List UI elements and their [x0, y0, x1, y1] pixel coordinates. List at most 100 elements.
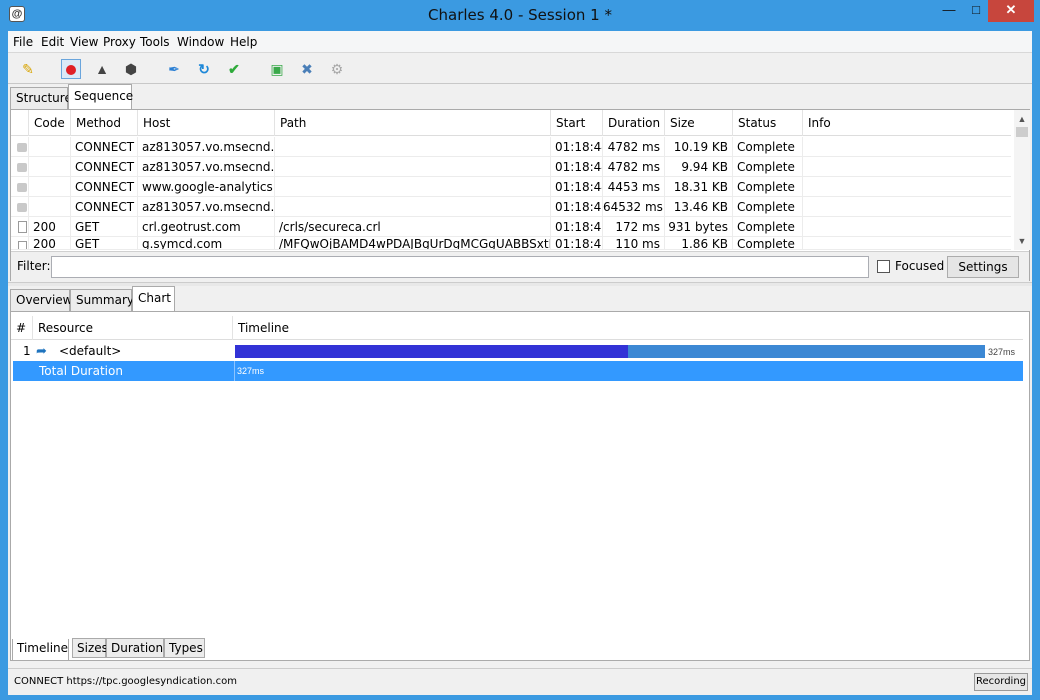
cell-path	[275, 137, 551, 156]
sequence-header: Code Method Host Path Start Duration Siz…	[11, 110, 1011, 136]
menu-edit[interactable]: Edit	[41, 35, 64, 49]
filter-input[interactable]	[51, 256, 869, 278]
tools-icon[interactable]: ✖	[297, 59, 317, 79]
column-resource[interactable]: Resource	[33, 316, 233, 340]
menu-tools[interactable]: Tools	[140, 35, 170, 49]
table-row[interactable]: CONNECT az813057.vo.msecnd.net 01:18:45 …	[11, 197, 1011, 217]
checkmark-icon[interactable]: ✔	[224, 59, 244, 79]
cell-duration: 4453 ms	[603, 177, 665, 196]
table-row[interactable]: CONNECT az813057.vo.msecnd.net 01:18:44 …	[11, 157, 1011, 177]
column-info[interactable]: Info	[803, 110, 1011, 136]
focused-checkbox[interactable]	[877, 260, 890, 273]
tab-overview[interactable]: Overview	[10, 289, 73, 311]
menu-window[interactable]: Window	[177, 35, 224, 49]
column-start[interactable]: Start	[551, 110, 603, 136]
settings-button[interactable]: Settings	[947, 256, 1019, 278]
maximize-button[interactable]: □	[962, 0, 990, 22]
lock-icon	[11, 177, 29, 196]
table-row[interactable]: 200 GET crl.geotrust.com /crls/secureca.…	[11, 217, 1011, 237]
cell-status: Complete	[733, 217, 803, 236]
cell-host: az813057.vo.msecnd.net	[138, 197, 275, 216]
app-window: @ Charles 4.0 - Session 1 * — □ ✕ File E…	[0, 0, 1040, 700]
cell-path: /crls/secureca.crl	[275, 217, 551, 236]
menu-file[interactable]: File	[13, 35, 33, 49]
document-icon	[11, 217, 29, 236]
basket-icon[interactable]: ▣	[267, 59, 287, 79]
column-method[interactable]: Method	[71, 110, 138, 136]
timeline-bar	[235, 345, 985, 358]
cell-host: www.google-analytics....	[138, 177, 275, 196]
cell-path	[275, 197, 551, 216]
cell-start: 01:18:44	[551, 157, 603, 176]
menu-help[interactable]: Help	[230, 35, 257, 49]
column-timeline[interactable]: Timeline	[233, 316, 1023, 340]
cell-size: 931 bytes	[665, 217, 733, 236]
tab-chart[interactable]: Chart	[132, 286, 175, 311]
column-index[interactable]: #	[11, 316, 33, 340]
column-duration[interactable]: Duration	[603, 110, 665, 136]
cell-host: crl.geotrust.com	[138, 217, 275, 236]
table-row[interactable]: 200 GET g.symcd.com /MFQwOjBAMD4wPDAJBgU…	[11, 237, 1011, 250]
refresh-icon[interactable]: ↻	[194, 59, 214, 79]
title-bar[interactable]: @ Charles 4.0 - Session 1 * — □ ✕	[0, 0, 1040, 31]
scroll-thumb[interactable]	[1016, 127, 1028, 137]
tab-structure[interactable]: Structure	[10, 87, 72, 109]
table-row[interactable]: CONNECT www.google-analytics.... 01:18:4…	[11, 177, 1011, 197]
redirect-arrow-icon: ➦	[36, 343, 47, 358]
cell-info	[803, 237, 1011, 249]
column-status[interactable]: Status	[733, 110, 803, 136]
focused-label[interactable]: Focused	[895, 259, 944, 273]
gear-icon[interactable]: ⚙	[327, 59, 347, 79]
throttle-turtle-icon[interactable]: ▲	[92, 59, 112, 79]
tab-types[interactable]: Types	[164, 638, 205, 658]
recording-indicator[interactable]: Recording	[974, 673, 1028, 691]
filter-bar: Filter: Focused Settings	[11, 251, 1029, 281]
tab-sequence[interactable]: Sequence	[68, 84, 133, 109]
cell-host: az813057.vo.msecnd.net	[138, 157, 275, 176]
column-host[interactable]: Host	[138, 110, 275, 136]
cell-host: g.symcd.com	[138, 237, 275, 249]
cell-size: 13.46 KB	[665, 197, 733, 216]
cell-method: CONNECT	[71, 157, 138, 176]
cell-method: CONNECT	[71, 197, 138, 216]
status-bar: CONNECT https://tpc.googlesyndication.co…	[8, 668, 1032, 694]
total-duration-row[interactable]: Total Duration 327ms	[13, 361, 1023, 381]
scroll-up-icon[interactable]: ▲	[1014, 112, 1030, 126]
broom-icon[interactable]: ✎	[18, 59, 38, 79]
cell-path	[275, 177, 551, 196]
cell-code: 200	[29, 217, 71, 236]
close-button[interactable]: ✕	[988, 0, 1034, 22]
chart-header: # Resource Timeline	[11, 316, 1023, 340]
record-icon[interactable]	[61, 59, 81, 79]
chart-row[interactable]: 1 ➦ <default> 327ms	[11, 341, 1023, 361]
scroll-down-icon[interactable]: ▼	[1014, 234, 1030, 248]
timeline-bar-fill	[235, 345, 628, 358]
toolbar: ✎ ▲ ⬢ ✒ ↻ ✔ ▣ ✖ ⚙	[8, 54, 1032, 84]
column-size[interactable]: Size	[665, 110, 733, 136]
tab-sizes[interactable]: Sizes	[72, 638, 108, 658]
minimize-button[interactable]: —	[935, 0, 963, 22]
window-title: Charles 4.0 - Session 1 *	[428, 6, 612, 24]
table-row[interactable]: CONNECT az813057.vo.msecnd.net 01:18:44 …	[11, 137, 1011, 157]
timeline-duration-label: 327ms	[988, 347, 1016, 357]
menu-proxy[interactable]: Proxy	[103, 35, 136, 49]
stop-icon[interactable]: ⬢	[121, 59, 141, 79]
cell-info	[803, 137, 1011, 156]
sequence-scrollbar[interactable]: ▲ ▼	[1014, 110, 1030, 250]
cell-size: 1.86 KB	[665, 237, 733, 249]
client-area: File Edit View Proxy Tools Window Help ✎…	[8, 31, 1032, 695]
cell-duration: 172 ms	[603, 217, 665, 236]
pen-icon[interactable]: ✒	[164, 59, 184, 79]
chart-panel: # Resource Timeline 1 ➦ <default> 327ms …	[10, 311, 1030, 661]
cell-info	[803, 177, 1011, 196]
menu-view[interactable]: View	[70, 35, 98, 49]
tab-duration[interactable]: Duration	[106, 638, 164, 658]
cell-duration: 110 ms	[603, 237, 665, 249]
tab-timeline[interactable]: Timeline	[12, 639, 69, 661]
cell-start: 01:18:45	[551, 197, 603, 216]
cell-code: 200	[29, 237, 71, 249]
column-path[interactable]: Path	[275, 110, 551, 136]
menu-bar: File Edit View Proxy Tools Window Help	[8, 31, 1032, 53]
tab-summary[interactable]: Summary	[70, 289, 134, 311]
column-code[interactable]: Code	[29, 110, 71, 136]
